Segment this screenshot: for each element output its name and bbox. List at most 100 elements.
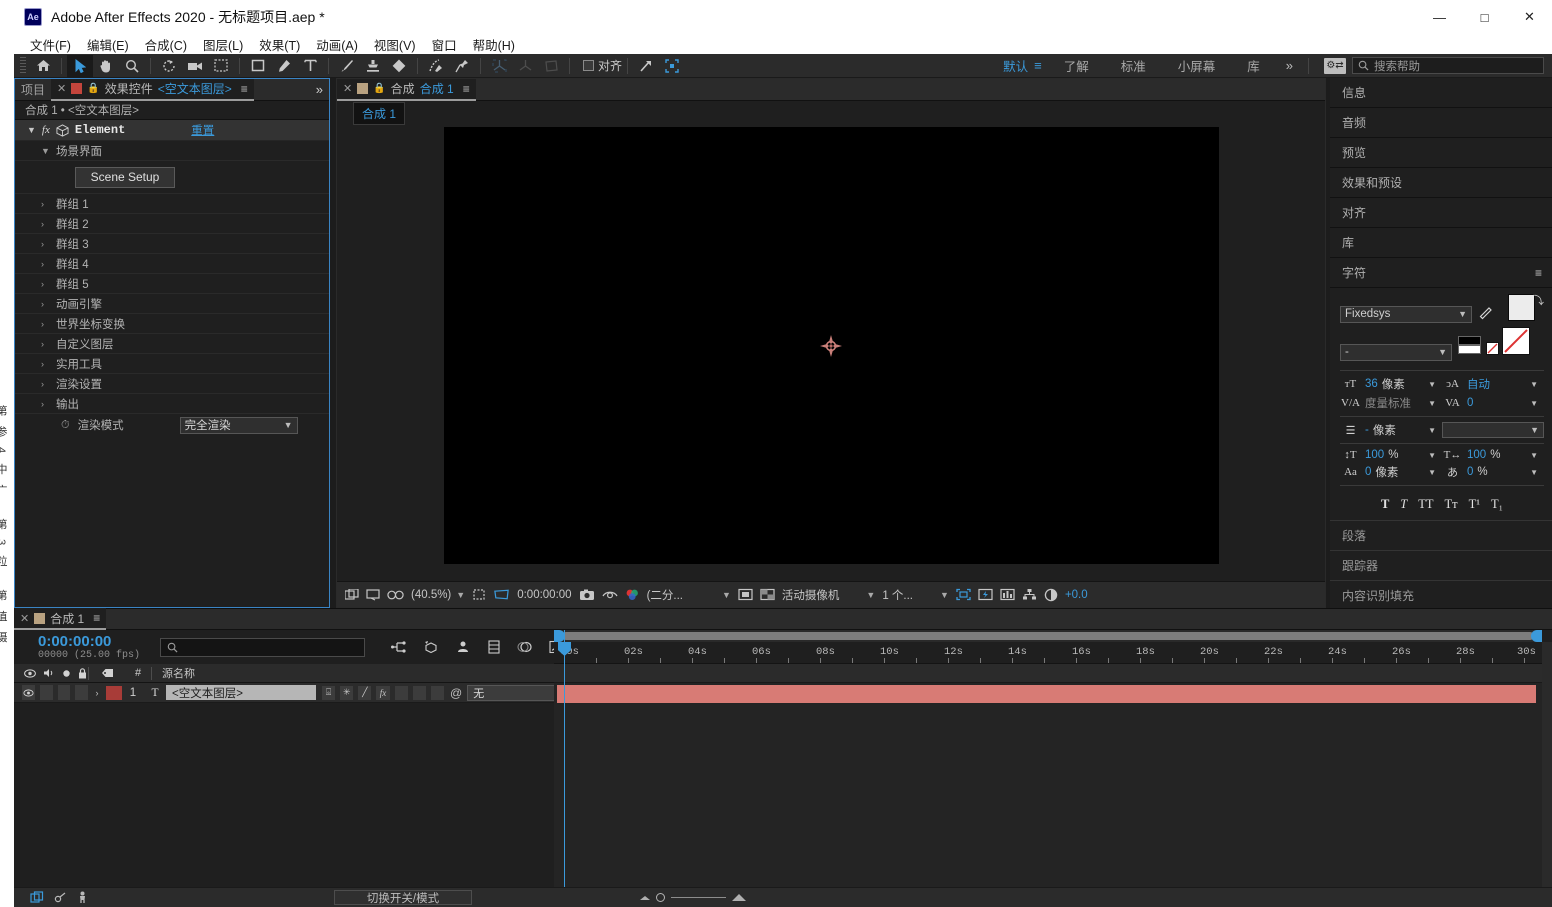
clone-stamp-tool-icon[interactable] — [360, 55, 386, 77]
channel-icon[interactable] — [625, 588, 640, 601]
chevron-down-icon[interactable]: ▼ — [1428, 468, 1436, 477]
no-fill-swatch[interactable] — [1486, 342, 1499, 355]
scene-setup-button[interactable]: Scene Setup — [75, 167, 175, 188]
stroke-width-field[interactable]: ☰ - 像素 ▼ — [1340, 422, 1442, 438]
horizontal-scale-field[interactable]: T↔ 100 % ▼ — [1442, 449, 1544, 461]
pen-tool-icon[interactable] — [271, 55, 297, 77]
eyedropper-icon[interactable] — [1478, 307, 1494, 321]
work-area-end-handle[interactable] — [1531, 630, 1542, 642]
world-axis-icon[interactable] — [512, 55, 538, 77]
panel-preview[interactable]: 预览 — [1330, 138, 1552, 168]
property-group-2[interactable]: › 群组 2 — [15, 214, 329, 234]
snapshot-icon[interactable] — [579, 589, 595, 601]
menu-animation[interactable]: 动画(A) — [308, 34, 366, 55]
twirl-down-icon[interactable]: ▼ — [41, 146, 49, 156]
layer-effects-toggle[interactable]: fx — [376, 686, 389, 700]
baseline-shift-field[interactable]: Aa 0 像素 ▼ — [1340, 464, 1442, 480]
tab-project[interactable]: 项目 — [15, 79, 51, 101]
zoom-slider-knob[interactable] — [656, 893, 665, 902]
camera-view-select[interactable]: 活动摄像机 ▼ — [782, 587, 875, 603]
property-render-settings[interactable]: › 渲染设置 — [15, 374, 329, 394]
brush-tool-icon[interactable] — [334, 55, 360, 77]
panel-info[interactable]: 信息 — [1330, 78, 1552, 108]
layer-twirl-icon[interactable]: › — [88, 688, 106, 698]
region-of-interest-icon[interactable] — [472, 588, 486, 601]
playhead[interactable] — [564, 630, 565, 907]
home-icon[interactable] — [30, 55, 56, 77]
property-custom-layers[interactable]: › 自定义图层 — [15, 334, 329, 354]
twirl-right-icon[interactable]: › — [41, 379, 49, 389]
draft-3d-icon[interactable] — [423, 640, 439, 654]
lock-icon[interactable]: 🔒 — [373, 83, 385, 94]
fast-preview-icon[interactable] — [978, 588, 993, 601]
time-ruler[interactable]: 00s 02s 04s 06s 08s 10s 12s 14s 16s 18s … — [554, 642, 1542, 664]
panel-align[interactable]: 对齐 — [1330, 198, 1552, 228]
property-group-4[interactable]: › 群组 4 — [15, 254, 329, 274]
left-panel-overflow-icon[interactable]: » — [316, 82, 323, 97]
close-icon[interactable]: ✕ — [343, 82, 352, 95]
panel-paragraph[interactable]: 段落 — [1330, 520, 1552, 550]
zoom-out-icon[interactable] — [640, 896, 650, 900]
subscript-button[interactable]: T₁ — [1491, 497, 1503, 512]
panel-audio[interactable]: 音频 — [1330, 108, 1552, 138]
superscript-button[interactable]: T¹ — [1469, 497, 1480, 512]
chevron-down-icon[interactable]: ▼ — [1530, 451, 1538, 460]
layer-label-color[interactable] — [106, 686, 122, 700]
toggle-mask-icon[interactable] — [493, 588, 510, 601]
font-size-field[interactable]: ᴛT 36 像素 ▼ — [1340, 376, 1442, 392]
composition-canvas[interactable] — [444, 127, 1219, 564]
twirl-right-icon[interactable]: › — [41, 359, 49, 369]
stroke-color-swatch[interactable] — [1502, 327, 1530, 355]
layer-name[interactable]: <空文本图层> — [166, 685, 316, 700]
tab-timeline-comp-1[interactable]: ✕ 合成 1 ≡ — [14, 608, 106, 630]
align-checkbox[interactable] — [583, 60, 594, 71]
close-icon[interactable]: ✕ — [57, 82, 66, 95]
composition-mini-flowchart-icon[interactable] — [391, 640, 407, 654]
panel-effects-presets[interactable]: 效果和预设 — [1330, 168, 1552, 198]
toolbar-grip[interactable] — [20, 57, 26, 75]
panel-menu-icon[interactable]: ≡ — [93, 611, 100, 625]
menu-file[interactable]: 文件(F) — [22, 34, 79, 55]
zoom-tool-icon[interactable] — [119, 55, 145, 77]
layer-video-toggle[interactable] — [22, 685, 35, 700]
property-animation-engine[interactable]: › 动画引擎 — [15, 294, 329, 314]
effect-header-element[interactable]: ▼ fx Element 重置 — [15, 120, 329, 141]
panel-libraries[interactable]: 库 — [1330, 228, 1552, 258]
menu-help[interactable]: 帮助(H) — [465, 34, 523, 55]
composition-stage[interactable] — [337, 127, 1325, 580]
view-layout-select[interactable]: 1 个... ▼ — [882, 587, 949, 603]
shape-tool-icon[interactable] — [245, 55, 271, 77]
layer-motion-blur-toggle[interactable] — [413, 686, 426, 700]
toggle-guides-icon[interactable] — [738, 588, 753, 601]
property-utilities[interactable]: › 实用工具 — [15, 354, 329, 374]
chevron-down-icon[interactable]: ▼ — [1428, 380, 1436, 389]
panel-character-header[interactable]: 字符 ≡ — [1330, 258, 1552, 288]
maximize-button[interactable]: □ — [1462, 0, 1507, 34]
property-world-transform[interactable]: › 世界坐标变换 — [15, 314, 329, 334]
layer-quality-toggle[interactable]: ╱ — [358, 686, 371, 700]
timeline-horizontal-scrollbar[interactable] — [554, 630, 1542, 642]
pickwhip-icon[interactable]: @ — [450, 686, 462, 700]
zoom-slider-track[interactable] — [671, 897, 726, 898]
pixel-aspect-correction-icon[interactable] — [956, 588, 971, 601]
black-swatch[interactable] — [1458, 336, 1481, 345]
layer-shy-toggle[interactable]: ⌺ — [322, 686, 335, 700]
toggle-switches-icon[interactable] — [30, 891, 44, 904]
zoom-in-icon[interactable] — [732, 894, 746, 901]
lock-icon[interactable]: 🔒 — [87, 83, 99, 94]
tracking-field[interactable]: VA 0 ▼ — [1442, 397, 1544, 409]
fill-color-swatch[interactable] — [1508, 294, 1535, 321]
effect-reset-link[interactable]: 重置 — [191, 122, 214, 138]
panel-tracker[interactable]: 跟踪器 — [1330, 550, 1552, 580]
white-swatch[interactable] — [1458, 345, 1481, 354]
workspace-tab-library[interactable]: 库 — [1231, 56, 1276, 75]
timeline-vertical-scrollbar[interactable] — [1542, 642, 1552, 889]
timeline-current-time[interactable]: 0:00:00:00 — [38, 633, 140, 650]
panel-menu-icon[interactable]: ≡ — [1535, 266, 1542, 280]
stroke-type-select[interactable]: ▼ — [1442, 422, 1544, 438]
twirl-right-icon[interactable]: › — [41, 239, 49, 249]
tsume-field[interactable]: あ 0 % ▼ — [1442, 464, 1544, 480]
menu-effect[interactable]: 效果(T) — [251, 34, 308, 55]
tab-composition[interactable]: ✕ 🔒 合成 合成 1 ≡ — [337, 79, 476, 101]
view-axis-icon[interactable] — [538, 55, 564, 77]
